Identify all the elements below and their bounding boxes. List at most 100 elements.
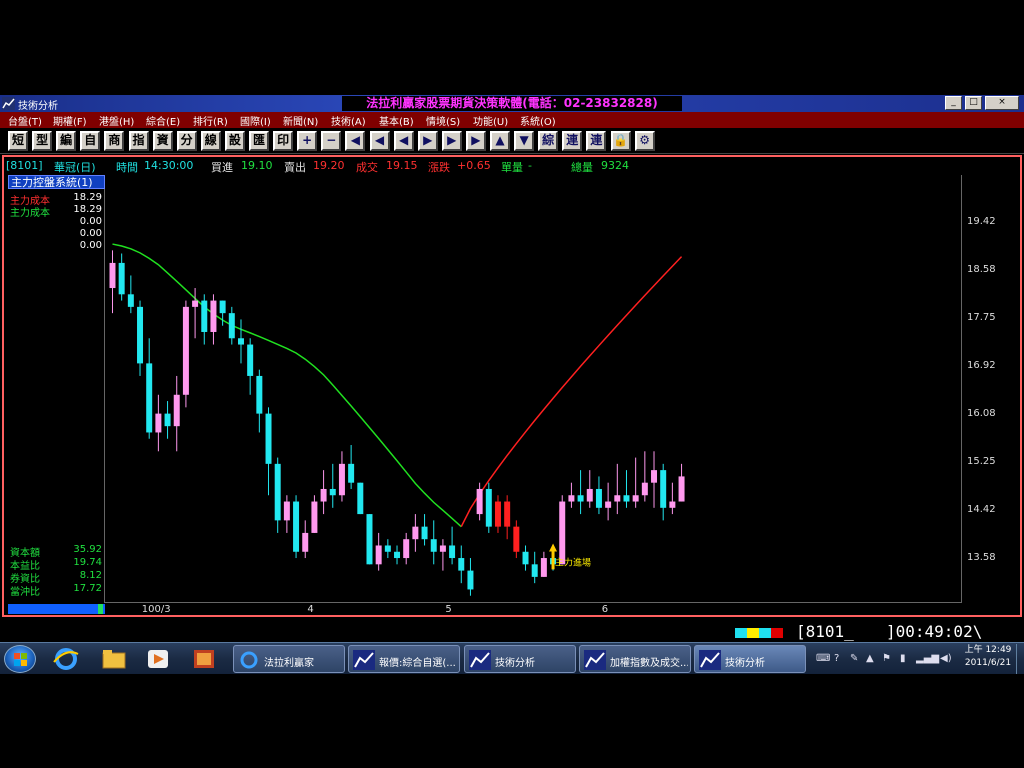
toolbar-button-5[interactable]: 指 <box>128 131 149 151</box>
candle-body[interactable] <box>210 300 217 332</box>
candle-body[interactable] <box>467 570 474 590</box>
candle-body[interactable] <box>357 482 364 515</box>
toolbar-button-8[interactable]: 線 <box>200 131 221 151</box>
candle-body[interactable] <box>127 294 134 307</box>
menu-item-2[interactable]: 港盤(H) <box>99 113 134 128</box>
toolbar-button-6[interactable]: 資 <box>152 131 173 151</box>
indicator-title[interactable]: 主力控盤系統(1) <box>8 175 105 189</box>
start-button[interactable] <box>4 645 36 673</box>
folder-icon[interactable] <box>96 646 132 672</box>
candle-body[interactable] <box>632 495 639 502</box>
candle-body[interactable] <box>155 413 162 433</box>
candle-body[interactable] <box>458 558 465 571</box>
candle-body[interactable] <box>522 551 529 565</box>
menu-item-8[interactable]: 基本(B) <box>379 113 414 128</box>
toolbar-button-18[interactable]: ▶ <box>441 131 462 151</box>
maximize-button[interactable]: □ <box>965 96 982 110</box>
app-shortcut-icon[interactable] <box>186 646 222 672</box>
candle-body[interactable] <box>623 495 630 502</box>
flag-icon[interactable]: ⚑ <box>882 653 891 664</box>
candle-body[interactable] <box>375 545 382 565</box>
toolbar-button-0[interactable]: 短 <box>8 131 28 151</box>
candle-body[interactable] <box>283 501 290 521</box>
candle-body[interactable] <box>660 470 667 508</box>
candle-body[interactable] <box>449 545 456 559</box>
candlestick-chart[interactable]: 主力進場 <box>105 175 962 603</box>
keyboard-icon[interactable]: ⌨ <box>816 653 830 664</box>
candle-body[interactable] <box>494 501 501 527</box>
candle-body[interactable] <box>164 413 171 427</box>
candle-body[interactable] <box>265 413 272 464</box>
task-ferrari-winner[interactable]: 法拉利贏家 <box>233 645 345 673</box>
close-button[interactable]: × <box>985 96 1019 110</box>
toolbar-button-9[interactable]: 設 <box>224 131 245 151</box>
candle-body[interactable] <box>605 501 612 508</box>
candle-body[interactable] <box>137 306 144 364</box>
candle-body[interactable] <box>421 526 428 540</box>
candle-body[interactable] <box>439 545 446 552</box>
toolbar-button-3[interactable]: 自 <box>80 131 101 151</box>
candle-body[interactable] <box>614 495 621 502</box>
candle-body[interactable] <box>586 488 593 502</box>
candle-body[interactable] <box>366 514 373 565</box>
candle-body[interactable] <box>118 262 125 295</box>
toolbar-button-13[interactable]: − <box>321 131 342 151</box>
candle-body[interactable] <box>247 344 254 376</box>
toolbar-button-1[interactable]: 型 <box>32 131 53 151</box>
candle-body[interactable] <box>641 482 648 496</box>
candle-body[interactable] <box>329 488 336 496</box>
toolbar-button-4[interactable]: 商 <box>104 131 125 151</box>
candle-body[interactable] <box>228 313 235 339</box>
menu-item-10[interactable]: 功能(U) <box>473 113 508 128</box>
help-icon[interactable]: ? <box>834 653 839 664</box>
candle-body[interactable] <box>256 375 263 414</box>
toolbar-button-15[interactable]: ◀ <box>369 131 390 151</box>
minimize-button[interactable]: _ <box>945 96 962 110</box>
show-hidden-icon[interactable]: ▲ <box>866 653 874 664</box>
menu-item-4[interactable]: 排行(R) <box>193 113 228 128</box>
menu-item-0[interactable]: 台盤(T) <box>8 113 42 128</box>
candle-body[interactable] <box>651 470 658 483</box>
task-quotes[interactable]: 報價:綜合自選(... <box>348 645 460 673</box>
candle-body[interactable] <box>559 501 566 565</box>
task-technical-1[interactable]: 技術分析 <box>464 645 576 673</box>
media-player-icon[interactable] <box>140 646 176 672</box>
toolbar-button-20[interactable]: ▲ <box>490 131 510 151</box>
candle-body[interactable] <box>274 463 281 521</box>
battery-icon[interactable]: ▮ <box>900 653 906 664</box>
menu-item-7[interactable]: 技術(A) <box>331 113 366 128</box>
candle-body[interactable] <box>595 488 602 508</box>
toolbar-button-23[interactable]: 連 <box>562 131 583 151</box>
ime-icon[interactable]: ✎ <box>850 653 858 664</box>
toolbar-button-21[interactable]: ▼ <box>514 131 535 151</box>
candle-body[interactable] <box>476 488 483 515</box>
task-index[interactable]: 加權指數及成交... <box>579 645 691 673</box>
menu-item-3[interactable]: 綜合(E) <box>146 113 180 128</box>
candle-body[interactable] <box>338 463 345 496</box>
candle-body[interactable] <box>504 501 511 527</box>
menu-item-1[interactable]: 期權(F) <box>53 113 87 128</box>
toolbar-button-7[interactable]: 分 <box>176 131 197 151</box>
menu-item-5[interactable]: 國際(I) <box>240 113 271 128</box>
candle-body[interactable] <box>348 463 355 483</box>
candle-body[interactable] <box>513 526 520 552</box>
toolbar-button-2[interactable]: 編 <box>56 131 77 151</box>
volume-icon[interactable]: ◀) <box>940 653 952 664</box>
panel-scroll-bar[interactable] <box>8 604 105 614</box>
candle-body[interactable] <box>394 551 401 559</box>
candle-body[interactable] <box>485 488 492 527</box>
toolbar-button-11[interactable]: 印 <box>273 131 294 151</box>
toolbar-button-24[interactable]: 連 <box>586 131 607 151</box>
network-icon[interactable]: ▂▄▆ <box>916 653 939 664</box>
candle-body[interactable] <box>182 306 189 395</box>
toolbar-button-26[interactable]: ⚙ <box>634 131 655 151</box>
internet-explorer-icon[interactable] <box>48 646 84 672</box>
menu-item-9[interactable]: 情境(S) <box>426 113 460 128</box>
menu-item-11[interactable]: 系統(O) <box>520 113 556 128</box>
tray-clock[interactable]: 上午 12:49 2011/6/21 <box>958 644 1018 670</box>
toolbar-button-10[interactable]: 匯 <box>249 131 269 151</box>
candle-body[interactable] <box>568 495 575 502</box>
candle-body[interactable] <box>403 539 410 559</box>
candle-body[interactable] <box>531 564 538 577</box>
toolbar-button-16[interactable]: ◀ <box>393 131 414 151</box>
